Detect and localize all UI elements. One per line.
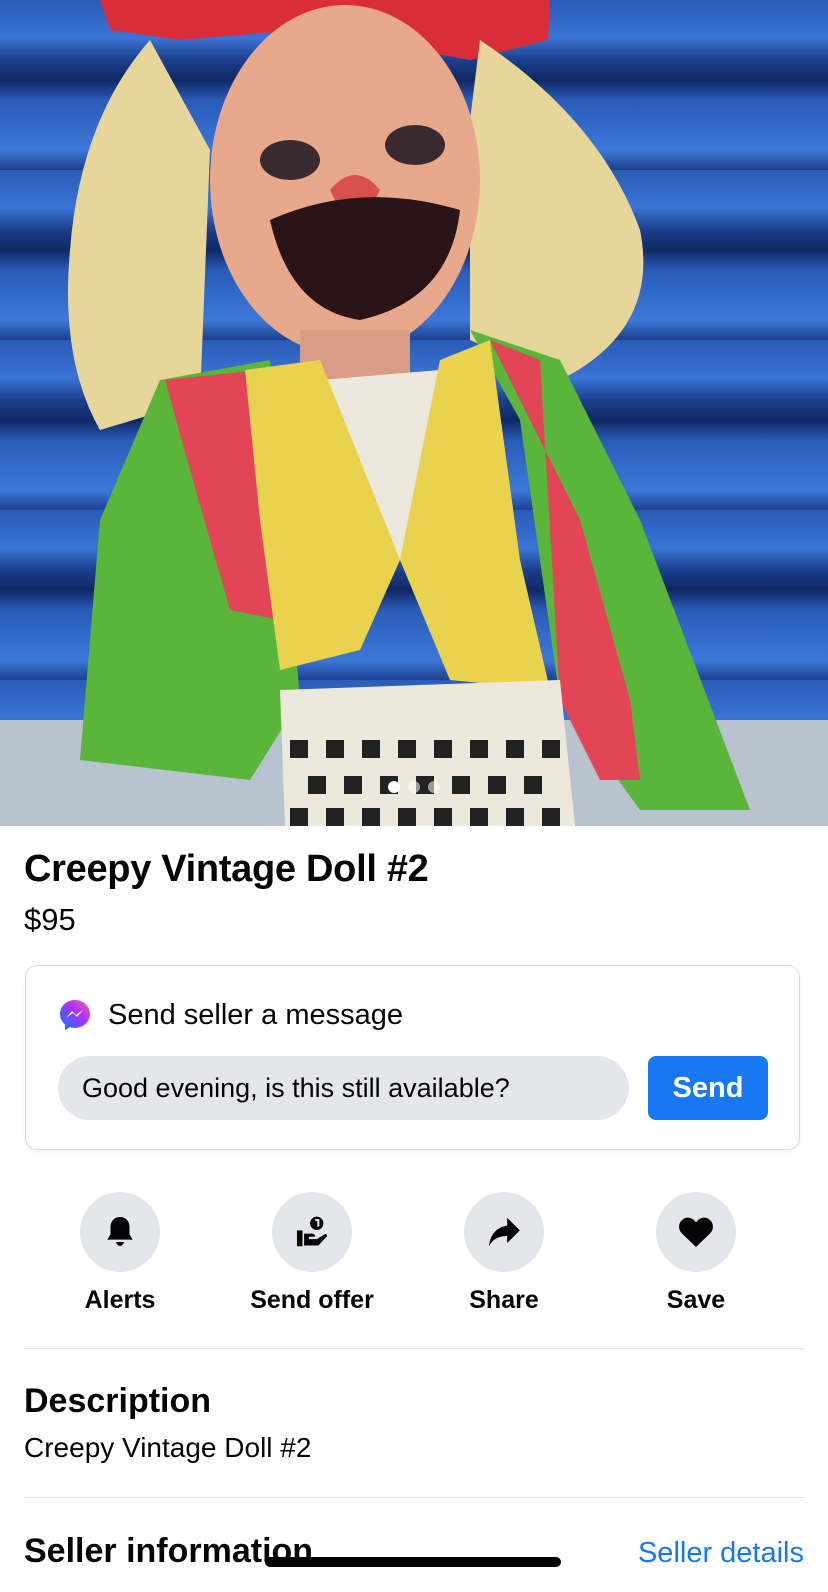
share-button[interactable]: Share <box>409 1192 599 1315</box>
bell-icon <box>107 1216 133 1246</box>
alerts-button[interactable]: Alerts <box>25 1192 215 1315</box>
listing-title: Creepy Vintage Doll #2 <box>24 848 429 890</box>
send-button[interactable]: Send <box>648 1056 768 1120</box>
photo-pagination[interactable] <box>0 781 828 793</box>
send-offer-label: Send offer <box>250 1286 374 1314</box>
photo-dot[interactable] <box>428 781 440 793</box>
save-circle[interactable] <box>656 1192 736 1272</box>
send-offer-button[interactable]: Send offer <box>217 1192 407 1315</box>
heart-icon <box>679 1217 713 1247</box>
message-seller-heading: Send seller a message <box>108 998 403 1031</box>
seller-details-link[interactable]: Seller details <box>638 1537 804 1570</box>
listing-price: $95 <box>24 902 76 937</box>
message-seller-card: Send seller a message Send <box>25 965 800 1150</box>
send-offer-circle[interactable] <box>272 1192 352 1272</box>
messenger-icon <box>60 1000 90 1030</box>
photo-dot[interactable] <box>408 781 420 793</box>
listing-photo[interactable] <box>0 0 828 826</box>
description-text: Creepy Vintage Doll #2 <box>24 1432 312 1463</box>
share-icon <box>488 1217 520 1247</box>
message-seller-header: Send seller a message <box>58 998 403 1032</box>
description-heading: Description <box>24 1382 212 1420</box>
home-indicator[interactable] <box>265 1557 561 1567</box>
share-label: Share <box>469 1286 539 1314</box>
doll-photo-illustration <box>0 0 828 826</box>
offer-icon <box>296 1216 328 1247</box>
action-bar: Alerts Send offer Share Save <box>0 1192 828 1322</box>
divider <box>24 1348 804 1349</box>
photo-dot[interactable] <box>388 781 400 793</box>
divider <box>24 1497 804 1498</box>
alerts-label: Alerts <box>84 1286 156 1314</box>
share-circle[interactable] <box>464 1192 544 1272</box>
save-button[interactable]: Save <box>601 1192 791 1315</box>
message-input[interactable] <box>58 1056 629 1120</box>
save-label: Save <box>666 1286 726 1314</box>
alerts-circle[interactable] <box>80 1192 160 1272</box>
